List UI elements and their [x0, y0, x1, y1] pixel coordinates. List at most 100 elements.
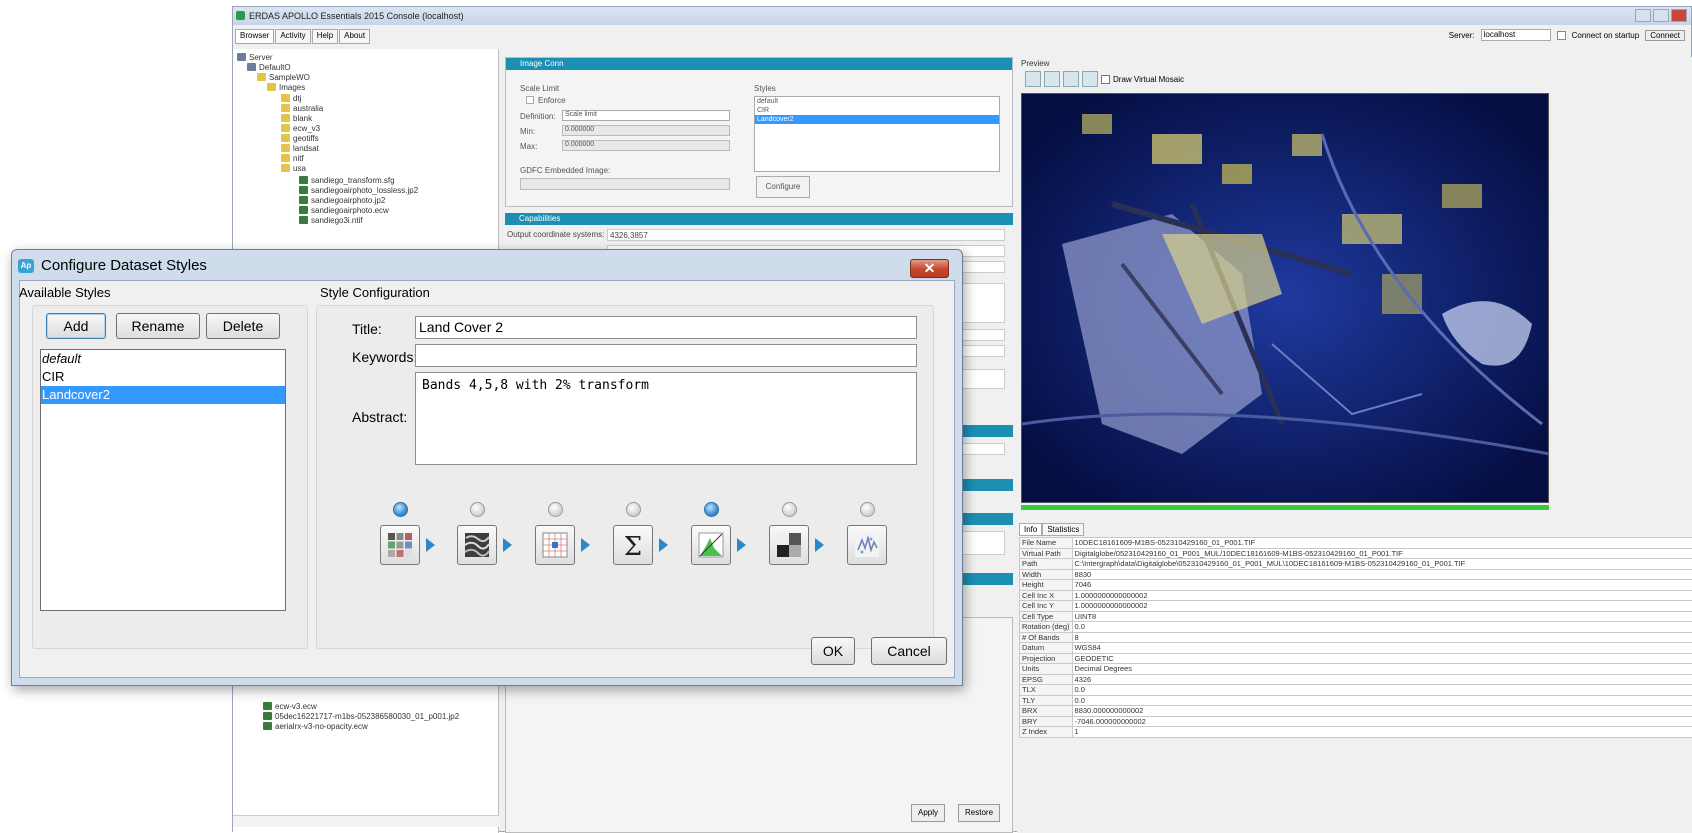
pipeline-step-button[interactable]: Σ	[613, 525, 653, 565]
pipeline-step-indicator[interactable]	[393, 502, 408, 517]
tree-item[interactable]: landsat	[281, 144, 319, 153]
cancel-button[interactable]: Cancel	[871, 637, 947, 665]
connect-button[interactable]: Connect	[1645, 30, 1685, 41]
pipeline-step-indicator[interactable]	[548, 502, 563, 517]
table-row[interactable]: BRY-7046.000000000002	[1020, 716, 1692, 727]
tree-item[interactable]: Server	[237, 53, 273, 62]
zoom-out-icon[interactable]	[1063, 71, 1079, 87]
table-row[interactable]: TLX0.0	[1020, 685, 1692, 696]
zoom-extent-icon[interactable]	[1082, 71, 1098, 87]
tree-item[interactable]: DefaultO	[247, 63, 291, 72]
rename-button[interactable]: Rename	[116, 313, 200, 339]
pipeline-step-indicator[interactable]	[782, 502, 797, 517]
output-crs-input[interactable]: 4326,3857	[607, 229, 1005, 241]
connect-on-startup-checkbox[interactable]	[1557, 31, 1566, 40]
max-input[interactable]: 0.000000	[562, 140, 730, 151]
table-row[interactable]: Width8830	[1020, 569, 1692, 580]
table-row[interactable]: File Name10DEC18161609-M1BS-052310429160…	[1020, 538, 1692, 549]
table-row[interactable]: TLY0.0	[1020, 695, 1692, 706]
list-item[interactable]: CIR	[755, 106, 999, 115]
satellite-preview-image[interactable]	[1021, 93, 1549, 503]
server-input[interactable]: localhost	[1481, 29, 1551, 41]
close-icon[interactable]: ✕	[910, 259, 949, 278]
table-row[interactable]: Cell Inc Y1.0000000000000002	[1020, 601, 1692, 612]
file-icon	[263, 712, 272, 720]
preview-label: Preview	[1021, 59, 1049, 68]
tree-item[interactable]: SampleWO	[257, 73, 310, 82]
pipeline-step-indicator[interactable]	[626, 502, 641, 517]
tree-item[interactable]: ecw_v3	[281, 124, 320, 133]
tree-item[interactable]: Images	[267, 83, 305, 92]
tab-statistics[interactable]: Statistics	[1042, 523, 1084, 536]
pipeline-step-button[interactable]	[380, 525, 420, 565]
keywords-input[interactable]	[415, 344, 917, 367]
list-item[interactable]: Landcover2	[41, 386, 285, 404]
pan-hand-icon[interactable]	[1025, 71, 1041, 87]
tree-item[interactable]: aerialrx-v3-no-opacity.ecw	[263, 722, 368, 731]
abstract-textarea[interactable]: Bands 4,5,8 with 2% transform	[415, 372, 917, 465]
close-window-button[interactable]	[1671, 9, 1687, 22]
delete-button[interactable]: Delete	[206, 313, 280, 339]
title-input[interactable]: Land Cover 2	[415, 316, 917, 339]
min-input[interactable]: 0.000000	[562, 125, 730, 136]
table-row[interactable]: # Of Bands8	[1020, 632, 1692, 643]
zoom-in-icon[interactable]	[1044, 71, 1060, 87]
pipeline-step-button[interactable]	[769, 525, 809, 565]
table-row[interactable]: Rotation (deg)0.0	[1020, 622, 1692, 633]
pipeline-step-indicator[interactable]	[470, 502, 485, 517]
pipeline-step-indicator[interactable]	[704, 502, 719, 517]
tab-info[interactable]: Info	[1019, 523, 1042, 536]
apply-button[interactable]: Apply	[911, 804, 945, 822]
table-row[interactable]: ProjectionGEODETIC	[1020, 653, 1692, 664]
tree-item[interactable]: sandiego3i.ntif	[299, 216, 363, 225]
table-row[interactable]: UnitsDecimal Degrees	[1020, 664, 1692, 675]
tab-about[interactable]: About	[339, 29, 370, 44]
table-row[interactable]: EPSG4326	[1020, 674, 1692, 685]
tree-item[interactable]: sandiegoairphoto.jp2	[299, 196, 385, 205]
list-item[interactable]: CIR	[41, 368, 285, 386]
tree-item[interactable]: blank	[281, 114, 312, 123]
tab-help[interactable]: Help	[312, 29, 338, 44]
tree-item[interactable]: usa	[281, 164, 306, 173]
tree-item[interactable]: dtj	[281, 94, 301, 103]
minimize-button[interactable]	[1635, 9, 1651, 22]
tab-activity[interactable]: Activity	[275, 29, 310, 44]
list-item[interactable]: default	[41, 350, 285, 368]
styles-listbox[interactable]: default CIR Landcover2	[754, 96, 1000, 172]
table-row[interactable]: BRX8830.000000000002	[1020, 706, 1692, 717]
draw-virtual-mosaic-checkbox[interactable]	[1101, 75, 1110, 84]
table-row[interactable]: PathC:\Intergraph\data\Digitalglobe\0523…	[1020, 559, 1692, 570]
tree-item[interactable]: sandiegoairphoto_lossless.jp2	[299, 186, 418, 195]
pipeline-step-button[interactable]	[691, 525, 731, 565]
tree-item[interactable]: sandiegoairphoto.ecw	[299, 206, 389, 215]
list-item[interactable]: default	[755, 97, 999, 106]
tree-item[interactable]: australia	[281, 104, 323, 113]
add-button[interactable]: Add	[46, 313, 106, 339]
list-item[interactable]: Landcover2	[755, 115, 999, 124]
ok-button[interactable]: OK	[811, 637, 855, 665]
pipeline-step-indicator[interactable]	[860, 502, 875, 517]
tree-item[interactable]: geotiffs	[281, 134, 319, 143]
table-row[interactable]: Cell TypeUINT8	[1020, 611, 1692, 622]
tree-item[interactable]: ecw-v3.ecw	[263, 702, 317, 711]
pipeline-step-button[interactable]	[847, 525, 887, 565]
tree-item[interactable]: nitf	[281, 154, 304, 163]
table-row[interactable]: Height7046	[1020, 580, 1692, 591]
table-row[interactable]: Cell Inc X1.0000000000000002	[1020, 590, 1692, 601]
restore-button[interactable]: Restore	[958, 804, 1000, 822]
maximize-button[interactable]	[1653, 9, 1669, 22]
table-row[interactable]: DatumWGS84	[1020, 643, 1692, 654]
table-row[interactable]: Z Index1	[1020, 727, 1692, 738]
enforce-checkbox[interactable]	[526, 96, 534, 104]
pipeline-step-button[interactable]	[535, 525, 575, 565]
tree-item[interactable]: sandiego_transform.sfg	[299, 176, 395, 185]
available-styles-list[interactable]: default CIR Landcover2	[40, 349, 286, 611]
tree-horizontal-scrollbar[interactable]	[233, 815, 499, 827]
pipeline-step-button[interactable]	[457, 525, 497, 565]
table-row[interactable]: Virtual PathDigitalglobe/052310429160_01…	[1020, 548, 1692, 559]
tab-browser[interactable]: Browser	[235, 29, 274, 44]
tree-item[interactable]: 05dec16221717-m1bs-052386580030_01_p001.…	[263, 712, 459, 721]
definition-select[interactable]: Scale limit	[562, 110, 730, 121]
configure-button[interactable]: Configure	[756, 176, 810, 198]
gdfc-select[interactable]	[520, 178, 730, 190]
